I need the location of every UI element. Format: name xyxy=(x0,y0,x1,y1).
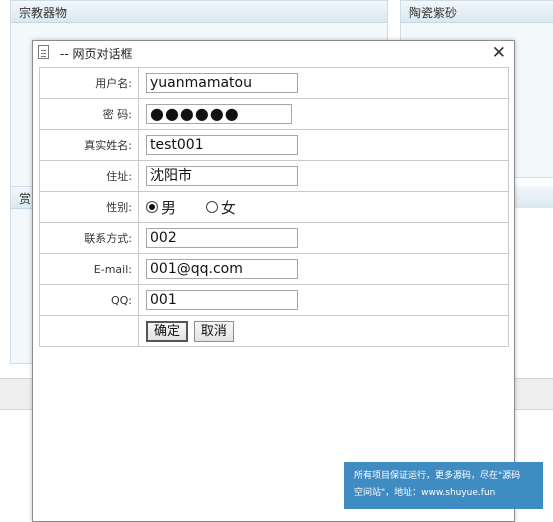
username-input[interactable]: yuanmamatou xyxy=(146,73,298,93)
background-panel-right-title: 陶瓷紫砂 xyxy=(401,1,553,23)
username-label: 用户名: xyxy=(39,67,139,99)
watermark-line-2: 空间站"，地址：www.shuyue.fun xyxy=(354,488,496,498)
form-row-password: 密 码: ●●●●●● xyxy=(39,98,509,130)
document-icon xyxy=(38,45,49,59)
web-dialog: -- 网页对话框 ✕ 用户名: yuanmamatou 密 码: ●●●●●● … xyxy=(32,40,515,522)
gender-radio-female[interactable]: 女 xyxy=(205,197,236,218)
form-row-username: 用户名: yuanmamatou xyxy=(39,67,509,99)
radio-unchecked-icon xyxy=(205,201,218,213)
email-label: E-mail: xyxy=(39,253,139,285)
actions-empty-cell xyxy=(39,315,139,347)
watermark-banner: 所有项目保证运行，更多源码，尽在"源码 空间站"，地址：www.shuyue.f… xyxy=(344,462,543,509)
contact-input[interactable]: 002 xyxy=(146,228,298,248)
contact-label: 联系方式: xyxy=(39,222,139,254)
dialog-titlebar[interactable]: -- 网页对话框 ✕ xyxy=(33,41,514,66)
background-panel-left-title: 宗教器物 xyxy=(11,1,387,23)
user-form: 用户名: yuanmamatou 密 码: ●●●●●● 真实姓名: test0… xyxy=(39,67,509,347)
gender-female-label: 女 xyxy=(220,198,236,217)
qq-label: QQ: xyxy=(39,284,139,316)
close-icon[interactable]: ✕ xyxy=(492,41,506,66)
background-panel-right-lower xyxy=(513,186,553,208)
gender-radio-male[interactable]: 男 xyxy=(146,197,176,218)
watermark-line-1: 所有项目保证运行，更多源码，尽在"源码 xyxy=(354,471,521,481)
form-row-contact: 联系方式: 002 xyxy=(39,222,509,254)
dialog-title: -- 网页对话框 xyxy=(60,47,133,61)
cancel-button[interactable]: 取消 xyxy=(193,320,234,342)
radio-checked-icon xyxy=(146,201,158,213)
form-row-actions: 确定 取消 xyxy=(39,315,509,347)
form-row-realname: 真实姓名: test001 xyxy=(39,129,509,161)
form-row-email: E-mail: 001@qq.com xyxy=(39,253,509,285)
address-label: 住址: xyxy=(39,160,139,192)
password-input[interactable]: ●●●●●● xyxy=(146,104,292,124)
email-input[interactable]: 001@qq.com xyxy=(146,259,298,279)
password-label: 密 码: xyxy=(39,98,139,130)
qq-input[interactable]: 001 xyxy=(146,290,298,310)
form-row-qq: QQ: 001 xyxy=(39,284,509,316)
form-row-address: 住址: 沈阳市 xyxy=(39,160,509,192)
ok-button[interactable]: 确定 xyxy=(146,320,189,342)
gender-male-label: 男 xyxy=(161,198,177,217)
form-row-gender: 性别: 男 女 xyxy=(39,191,509,223)
address-input[interactable]: 沈阳市 xyxy=(146,166,298,186)
gender-label: 性别: xyxy=(39,191,139,223)
realname-label: 真实姓名: xyxy=(39,129,139,161)
realname-input[interactable]: test001 xyxy=(146,135,298,155)
